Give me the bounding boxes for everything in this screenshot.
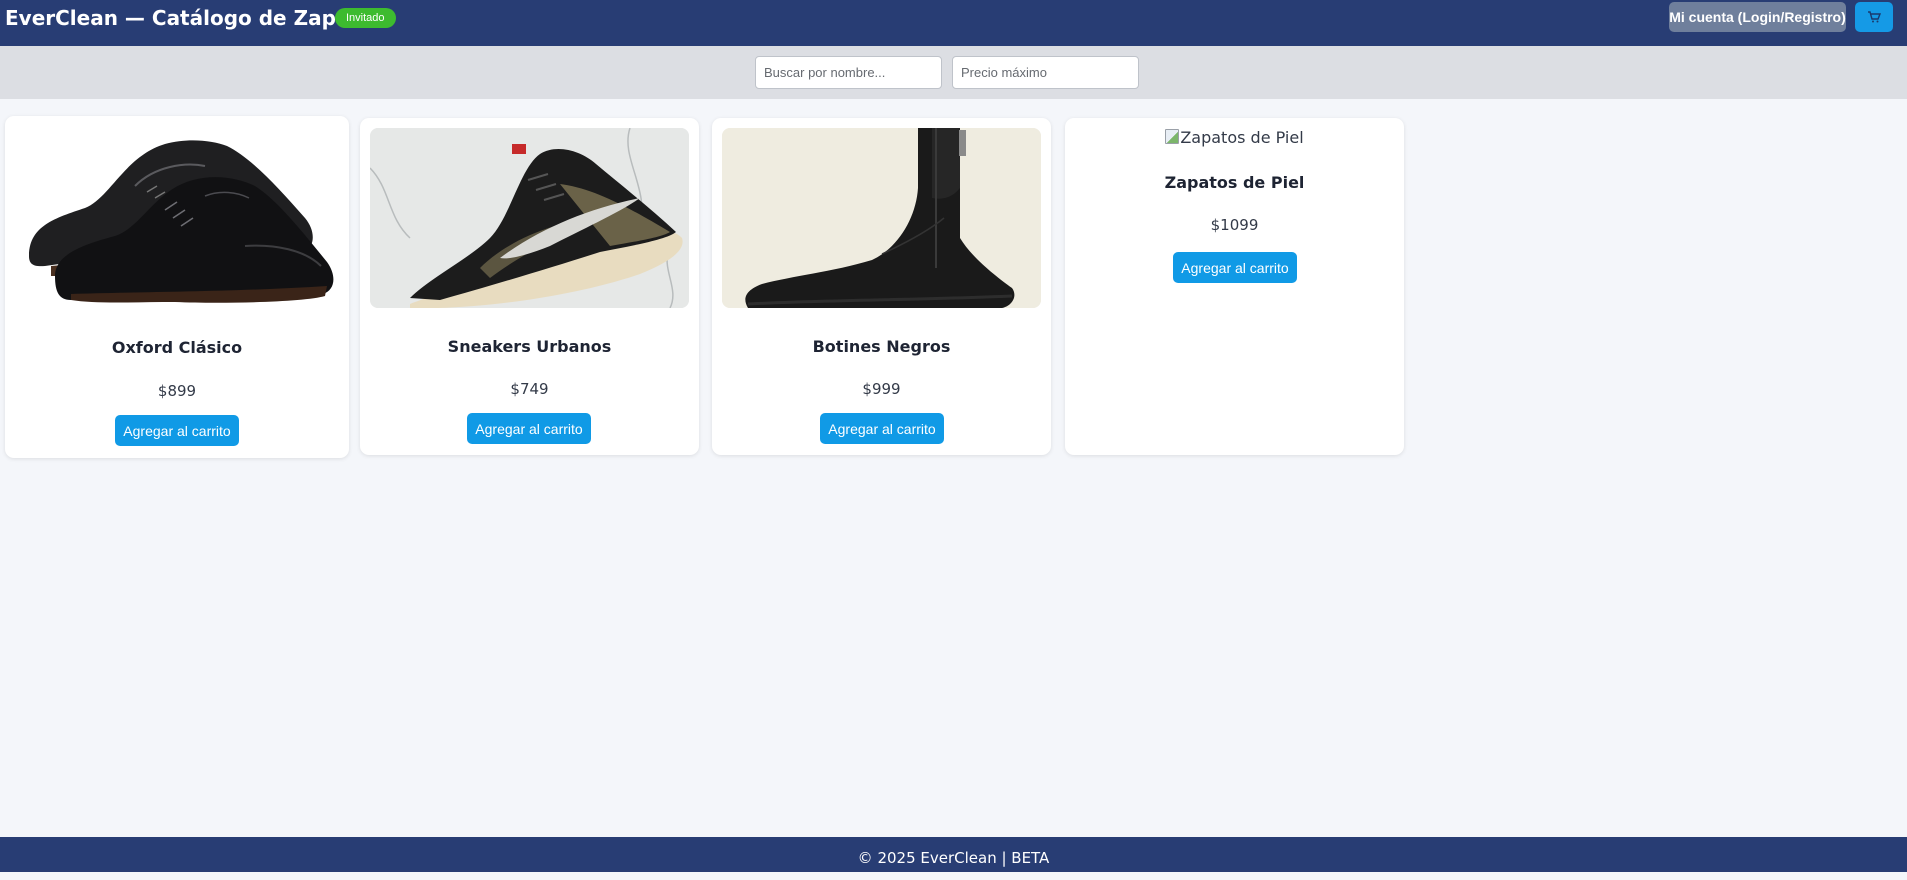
product-card: Botines Negros $999 Agregar al carrito: [712, 118, 1051, 455]
product-image: [370, 128, 689, 308]
product-name: Botines Negros: [812, 337, 951, 356]
max-price-input[interactable]: [952, 56, 1139, 89]
cart-icon: [1868, 11, 1881, 23]
product-price: $899: [157, 382, 197, 400]
add-to-cart-button[interactable]: Agregar al carrito: [820, 413, 944, 444]
product-name: Oxford Clásico: [111, 338, 243, 357]
footer-text: © 2025 EverClean | BETA: [857, 849, 1050, 867]
product-price: $1099: [1210, 216, 1259, 234]
product-price: $749: [510, 380, 549, 398]
product-card: Oxford Clásico $899 Agregar al carrito: [5, 116, 349, 458]
add-to-cart-button[interactable]: Agregar al carrito: [115, 415, 239, 446]
page-title: EverClean — Catálogo de Zapatos: [5, 6, 385, 30]
product-name: Zapatos de Piel: [1164, 173, 1305, 192]
filter-bar: [0, 46, 1907, 99]
search-input[interactable]: [755, 56, 942, 89]
image-alt-text: Zapatos de Piel: [1180, 128, 1304, 147]
add-to-cart-button[interactable]: Agregar al carrito: [467, 413, 591, 444]
user-status-badge: Invitado: [335, 8, 396, 28]
top-header: EverClean — Catálogo de Zapatos Invitado…: [0, 0, 1907, 46]
product-name: Sneakers Urbanos: [447, 337, 612, 356]
broken-product-image: Zapatos de Piel: [1065, 128, 1404, 147]
product-card: Sneakers Urbanos $749 Agregar al carrito: [360, 118, 699, 455]
add-to-cart-button[interactable]: Agregar al carrito: [1173, 252, 1297, 283]
page-footer: © 2025 EverClean | BETA: [0, 837, 1907, 872]
account-button[interactable]: Mi cuenta (Login/Registro): [1669, 2, 1846, 32]
product-image: [15, 126, 339, 306]
product-card: Zapatos de Piel Zapatos de Piel $1099 Ag…: [1065, 118, 1404, 455]
cart-button[interactable]: [1855, 2, 1893, 32]
product-image: [722, 128, 1041, 308]
product-price: $999: [862, 380, 901, 398]
broken-image-icon: [1165, 129, 1180, 144]
